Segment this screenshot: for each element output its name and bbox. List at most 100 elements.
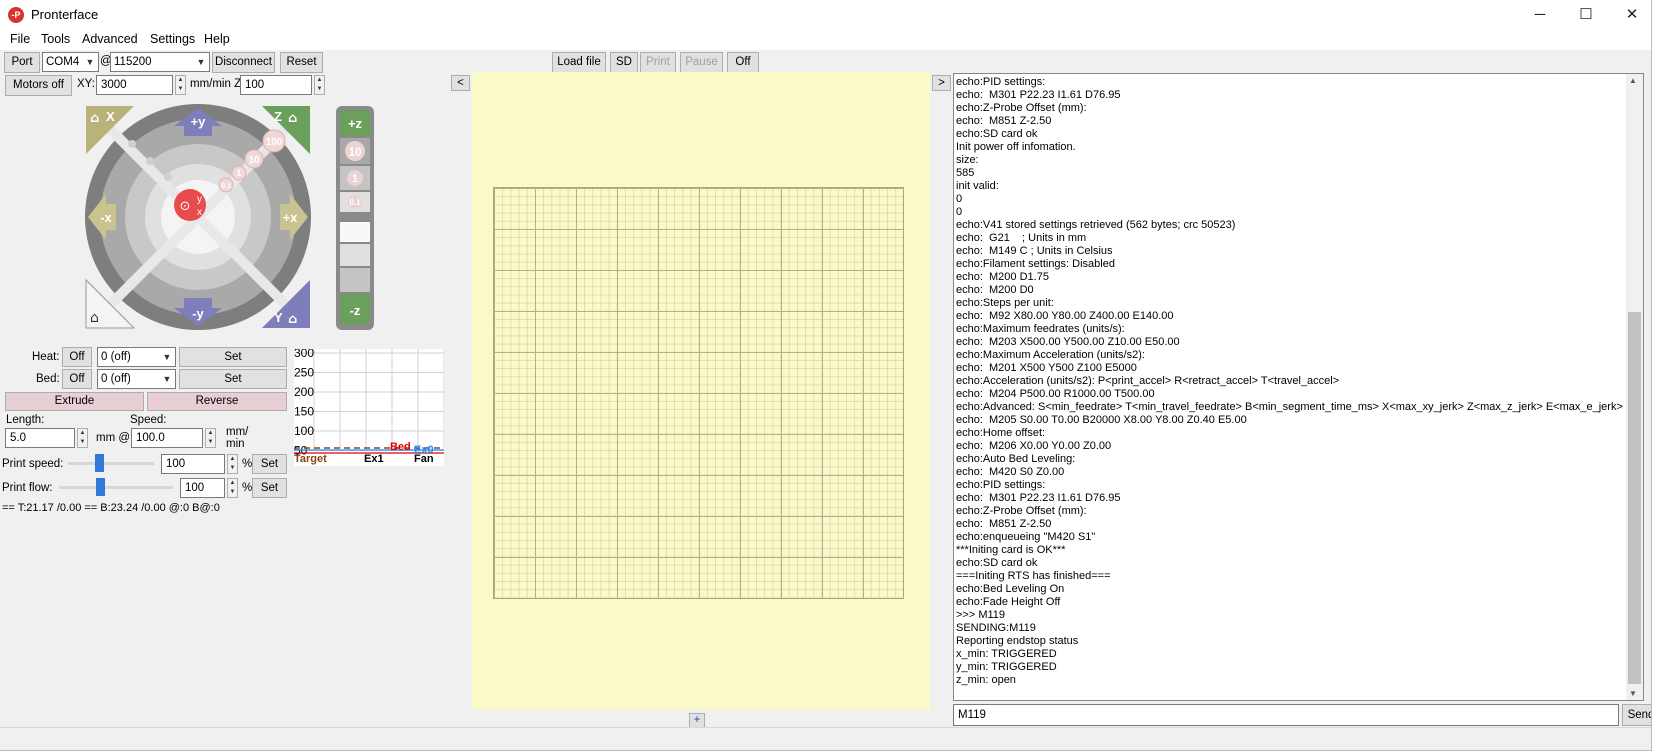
- print-flow-slider[interactable]: [59, 486, 173, 489]
- print-button[interactable]: Print: [640, 52, 676, 73]
- console-line: ===Initing RTS has finished===: [956, 570, 1111, 582]
- xy-feedrate-input[interactable]: 3000: [96, 75, 173, 95]
- collapse-left-button[interactable]: <: [451, 75, 470, 91]
- reset-button[interactable]: Reset: [280, 52, 323, 73]
- print-flow-spinner[interactable]: ▲ ▼: [227, 478, 238, 498]
- console-line: init valid:: [956, 180, 999, 192]
- chevron-down-icon: ▼: [162, 374, 172, 384]
- print-flow-slider-thumb[interactable]: [96, 478, 106, 496]
- temperature-status: == T:21.17 /0.00 == B:23.24 /0.00 @:0 B@…: [2, 502, 220, 514]
- bed-off-button[interactable]: Off: [62, 369, 92, 389]
- scroll-down-icon[interactable]: ▼: [1629, 689, 1637, 698]
- print-speed-percent: %: [242, 458, 253, 470]
- bed-set-button[interactable]: Set: [179, 369, 287, 389]
- menu-tools[interactable]: Tools: [41, 32, 70, 46]
- console-line: echo:Acceleration (units/s2): P<print_ac…: [956, 375, 1340, 387]
- jog-dot: [146, 157, 154, 165]
- console-line: echo: M420 S0 Z0.00: [956, 466, 1065, 478]
- build-plate-grid[interactable]: [493, 187, 904, 599]
- console-scrollbar[interactable]: ▲ ▼: [1626, 74, 1643, 700]
- print-speed-set-button[interactable]: Set: [252, 454, 287, 474]
- bed-label: Bed:: [36, 373, 60, 385]
- send-button[interactable]: Send: [1622, 704, 1651, 726]
- sd-button[interactable]: SD: [610, 52, 638, 73]
- menu-file[interactable]: File: [10, 32, 30, 46]
- print-speed-slider[interactable]: [68, 462, 154, 465]
- print-speed-slider-thumb[interactable]: [94, 454, 104, 472]
- close-button[interactable]: ✕: [1609, 0, 1651, 30]
- speed-input[interactable]: 100.0: [131, 428, 203, 448]
- add-object-button[interactable]: +: [689, 713, 705, 728]
- menu-advanced[interactable]: Advanced: [82, 32, 138, 46]
- graph-tick-label: 250: [294, 366, 314, 380]
- z-step-1-down-button[interactable]: [340, 244, 370, 266]
- console-line: SENDING:M119: [956, 622, 1036, 634]
- menu-help[interactable]: Help: [204, 32, 230, 46]
- console-log[interactable]: echo:PID settings: echo: M301 P22.23 I1.6…: [953, 73, 1644, 701]
- step-1-label: 1: [236, 168, 241, 178]
- command-input[interactable]: M119: [953, 704, 1619, 726]
- scroll-up-icon[interactable]: ▲: [1629, 76, 1637, 85]
- console-line: echo: M851 Z-2.50: [956, 518, 1052, 530]
- jog-dot: [164, 173, 172, 181]
- console-line: Init power off infomation.: [956, 141, 1076, 153]
- console-line: echo:Advanced: S<min_feedrate> T<min_tra…: [956, 401, 1623, 413]
- graph-legend-label: Ex1: [364, 453, 384, 465]
- menu-settings[interactable]: Settings: [150, 32, 195, 46]
- home-icon: ⌂: [90, 310, 99, 326]
- chevron-down-icon: ▼: [196, 57, 206, 67]
- plus-z-label: +z: [348, 116, 363, 131]
- print-flow-set-button[interactable]: Set: [252, 478, 287, 498]
- console-line: x_min: TRIGGERED: [956, 648, 1057, 660]
- port-button[interactable]: Port: [4, 52, 40, 73]
- console-scroll-thumb[interactable]: [1628, 312, 1641, 684]
- minimize-button[interactable]: ─: [1517, 0, 1563, 30]
- home-icon: ⌂: [288, 111, 297, 126]
- print-speed-spinner[interactable]: ▲ ▼: [227, 454, 238, 474]
- console-line: echo:Filament settings: Disabled: [956, 258, 1115, 270]
- speed-spinner[interactable]: ▲ ▼: [205, 428, 216, 448]
- print-speed-label: Print speed:: [2, 458, 64, 470]
- mm-at-label: mm @: [96, 432, 131, 444]
- console-line: echo:Z-Probe Offset (mm):: [956, 102, 1087, 114]
- maximize-button[interactable]: ☐: [1563, 0, 1609, 30]
- length-input[interactable]: 5.0: [5, 428, 75, 448]
- console-line: echo:Maximum feedrates (units/s):: [956, 323, 1125, 335]
- heat-set-button[interactable]: Set: [179, 347, 287, 367]
- pause-button[interactable]: Pause: [680, 52, 723, 73]
- console-line: echo:SD card ok: [956, 557, 1038, 569]
- z-step-01-label: 0.1: [349, 198, 361, 207]
- baud-select[interactable]: 115200 ▼: [110, 52, 210, 72]
- print-speed-input[interactable]: 100: [161, 454, 225, 474]
- heat-select[interactable]: 0 (off) ▼: [97, 347, 176, 367]
- bed-select[interactable]: 0 (off) ▼: [97, 369, 176, 389]
- disconnect-button[interactable]: Disconnect: [212, 52, 275, 73]
- length-spinner[interactable]: ▲ ▼: [77, 428, 88, 448]
- print-flow-input[interactable]: 100: [180, 478, 225, 498]
- length-label: Length:: [6, 414, 45, 426]
- home-icon: ⌂: [288, 312, 297, 327]
- z-feedrate-input[interactable]: 100: [240, 75, 312, 95]
- console-line: echo:Home offset:: [956, 427, 1046, 439]
- jog-dot: [128, 140, 136, 148]
- reverse-button[interactable]: Reverse: [147, 392, 287, 411]
- off-button[interactable]: Off: [727, 52, 759, 73]
- target-icon: ⊙: [180, 199, 191, 214]
- center-x-label: x: [197, 207, 202, 218]
- home-z-label: Z: [274, 109, 282, 124]
- console-line: echo:Maximum Acceleration (units/s2):: [956, 349, 1145, 361]
- z-step-10-down-button[interactable]: [340, 268, 370, 292]
- menu-bar: File Tools Advanced Settings Help: [0, 30, 1651, 50]
- extrude-button[interactable]: Extrude: [5, 392, 144, 411]
- minus-x-label: -x: [100, 210, 112, 225]
- port-select[interactable]: COM4 ▼: [42, 52, 99, 72]
- minus-y-label: -y: [192, 306, 204, 321]
- home-y-label: Y: [274, 310, 283, 325]
- motors-off-button[interactable]: Motors off: [5, 75, 72, 96]
- load-file-button[interactable]: Load file: [552, 52, 606, 73]
- z-step-01-down-button[interactable]: [340, 222, 370, 242]
- collapse-right-button[interactable]: >: [932, 75, 951, 91]
- heat-off-button[interactable]: Off: [62, 347, 92, 367]
- z-feedrate-spinner[interactable]: ▲ ▼: [314, 75, 325, 95]
- xy-feedrate-spinner[interactable]: ▲ ▼: [175, 75, 186, 95]
